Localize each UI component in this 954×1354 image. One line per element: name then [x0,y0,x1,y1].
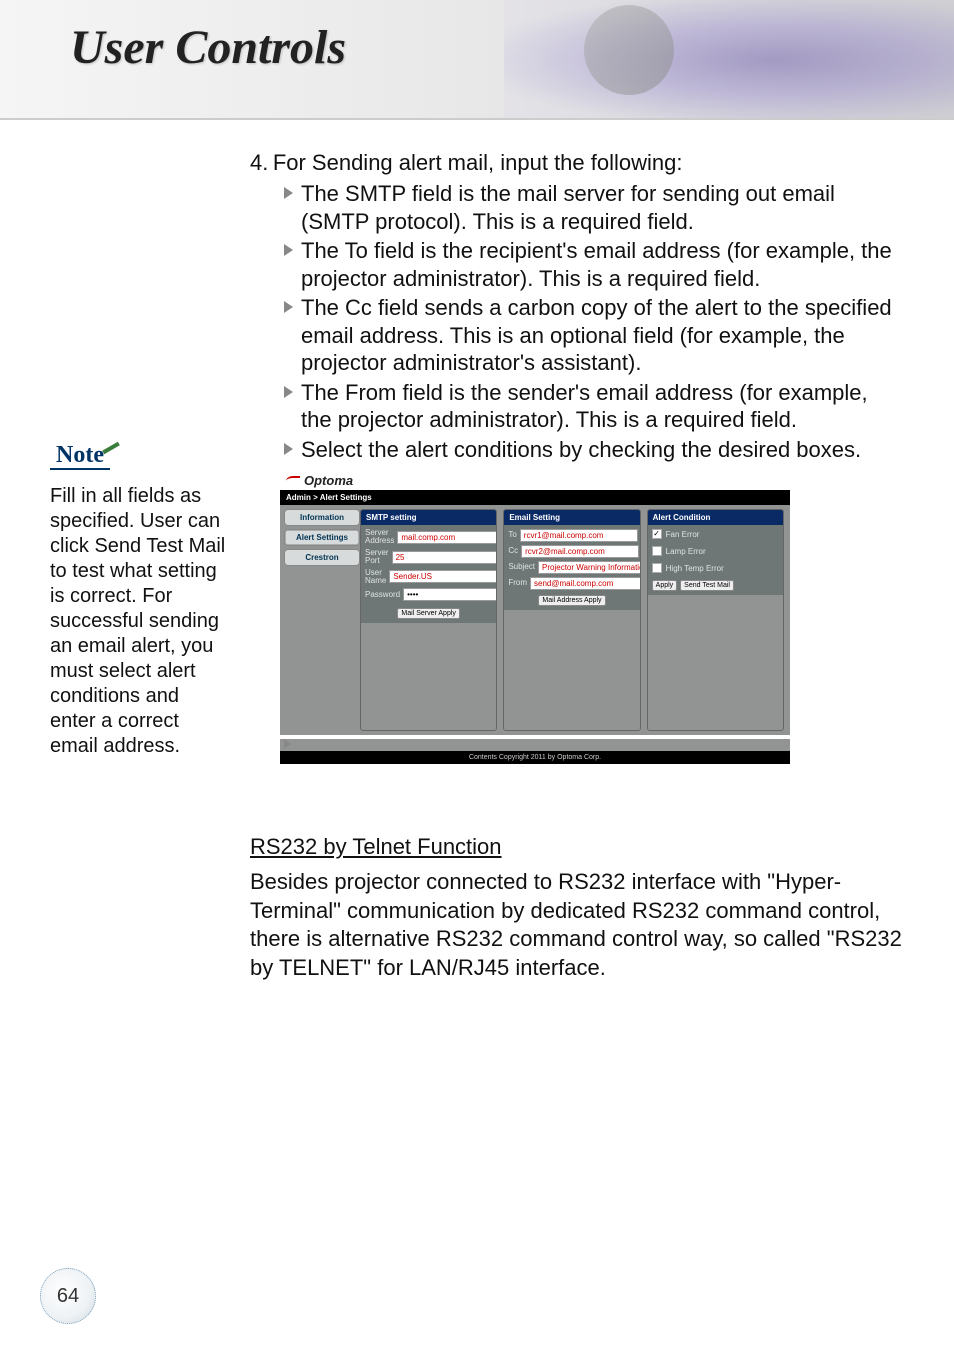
bullet-item: The Cc field sends a carbon copy of the … [284,294,904,377]
tab-alert-settings[interactable]: Alert Settings [284,529,360,546]
fan-error-label: Fan Error [666,530,700,539]
arrow-right-icon [284,187,293,199]
header-decor [504,0,954,120]
ordered-item: 4. For Sending alert mail, input the fol… [250,150,904,176]
breadcrumb: Admin > Alert Settings [280,490,790,505]
section-body: Besides projector connected to RS232 int… [250,868,904,982]
brand-row: Optoma [280,471,790,490]
from-input[interactable] [530,577,641,590]
server-port-label: Server Port [365,549,389,566]
alert-panel: Alert Condition Fan Error Lamp Error [647,509,784,731]
password-label: Password [365,591,400,599]
main-column: 4. For Sending alert mail, input the fol… [250,150,904,982]
mail-server-apply-button[interactable]: Mail Server Apply [397,608,459,619]
screenshot-footer: Contents Copyright 2011 by Optoma Corp. [280,751,790,764]
lamp-error-row: Lamp Error [652,546,779,556]
cc-label: Cc [508,547,518,555]
user-name-input[interactable] [389,570,497,583]
embedded-screenshot: Optoma Admin > Alert Settings Informatio… [280,471,790,764]
send-test-mail-button[interactable]: Send Test Mail [680,580,734,591]
note-body: Fill in all fields as specified. User ca… [50,484,230,759]
arrow-right-icon [284,386,293,398]
to-label: To [508,531,516,539]
list-number: 4. [250,150,268,175]
lamp-error-checkbox[interactable] [652,546,662,556]
server-address-input[interactable] [397,531,497,544]
list-lead: For Sending alert mail, input the follow… [273,150,683,175]
page-title: User Controls [70,20,346,75]
note-sidebar: NNoteote Fill in all fields as specified… [50,440,230,759]
server-port-input[interactable] [392,551,498,564]
temp-error-label: High Temp Error [666,564,724,573]
password-input[interactable] [403,588,497,601]
brand-name: Optoma [304,473,353,488]
tab-information[interactable]: Information [284,509,360,526]
subject-input[interactable] [538,561,641,574]
cc-input[interactable] [521,545,639,558]
to-input[interactable] [520,529,638,542]
user-name-label: User Name [365,569,386,586]
temp-error-checkbox[interactable] [652,563,662,573]
from-label: From [508,579,527,587]
temp-error-row: High Temp Error [652,563,779,573]
admin-tabs: Information Alert Settings Crestron [280,505,360,735]
bullet-item: The SMTP field is the mail server for se… [284,180,904,235]
bullet-text: The SMTP field is the mail server for se… [301,180,904,235]
note-badge: NNoteote [50,440,110,470]
panel-header: SMTP setting [361,510,496,525]
arrow-right-icon [284,244,293,256]
admin-body: Information Alert Settings Crestron SMTP… [280,505,790,735]
brand-swoosh-icon [286,476,300,486]
arrow-right-icon [284,301,293,313]
page-number: 64 [40,1268,96,1324]
bullet-list: The SMTP field is the mail server for se… [250,180,904,463]
alert-apply-button[interactable]: Apply [652,580,678,591]
smtp-panel: SMTP setting Server Address Server Port [360,509,497,731]
panel-header: Alert Condition [648,510,783,525]
mail-address-apply-button[interactable]: Mail Address Apply [538,595,605,606]
arrow-right-icon [284,443,293,455]
panel-header: Email Setting [504,510,639,525]
tab-crestron[interactable]: Crestron [284,549,360,566]
bullet-item: The From field is the sender's email add… [284,379,904,434]
globe-icon [584,5,674,95]
server-address-label: Server Address [365,529,394,546]
bullet-text: Select the alert conditions by checking … [301,436,861,464]
subject-label: Subject [508,563,535,571]
lamp-error-label: Lamp Error [666,547,706,556]
bullet-text: The To field is the recipient's email ad… [301,237,904,292]
bullet-item: The To field is the recipient's email ad… [284,237,904,292]
page-header: User Controls [0,0,954,120]
admin-panels: SMTP setting Server Address Server Port [360,505,790,735]
fan-error-checkbox[interactable] [652,529,662,539]
bullet-text: The Cc field sends a carbon copy of the … [301,294,904,377]
expand-arrow-icon[interactable] [284,739,291,749]
section-heading: RS232 by Telnet Function [250,834,904,860]
bullet-text: The From field is the sender's email add… [301,379,904,434]
fan-error-row: Fan Error [652,529,779,539]
pencil-icon [100,436,124,460]
bullet-item: Select the alert conditions by checking … [284,436,904,464]
email-panel: Email Setting To Cc Subject [503,509,640,731]
